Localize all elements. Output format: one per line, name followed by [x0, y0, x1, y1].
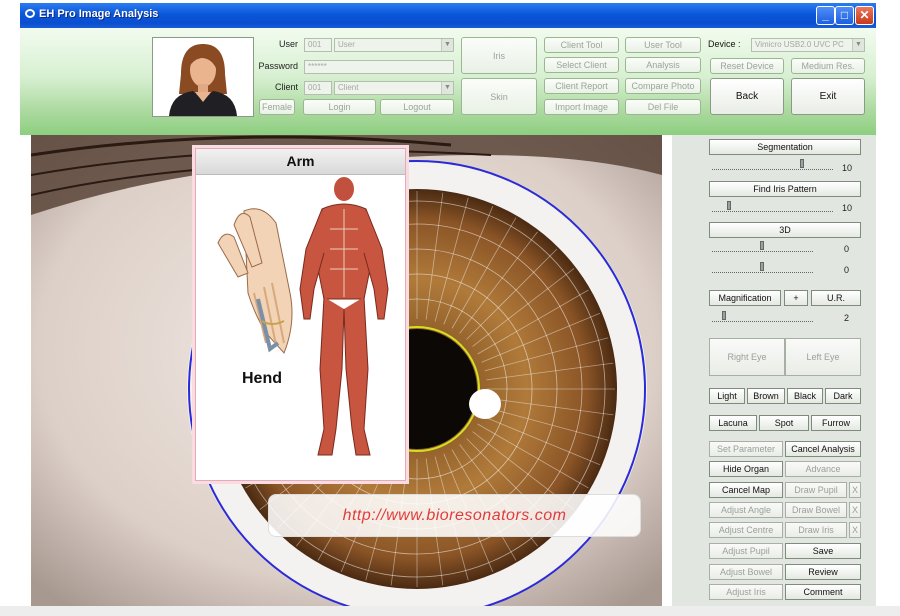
user-tool-button[interactable]: User Tool	[625, 37, 701, 53]
draw-bowel-clear-button[interactable]: X	[849, 502, 861, 518]
lacuna-button[interactable]: Lacuna	[709, 415, 757, 431]
organ-diagram: Arm Hend	[195, 148, 406, 481]
magnification-button[interactable]: Magnification	[709, 290, 781, 306]
segmentation-slider[interactable]	[712, 159, 833, 170]
review-button[interactable]: Review	[785, 564, 861, 580]
iris-button[interactable]: Iris	[461, 37, 537, 74]
eye-icon	[25, 9, 35, 18]
draw-iris-clear-button[interactable]: X	[849, 522, 861, 538]
draw-pupil-button[interactable]: Draw Pupil	[785, 482, 847, 498]
magnification-slider[interactable]	[712, 311, 813, 322]
draw-iris-button[interactable]: Draw Iris	[785, 522, 847, 538]
skin-button[interactable]: Skin	[461, 78, 537, 115]
hide-organ-button[interactable]: Hide Organ	[709, 461, 783, 477]
draw-pupil-clear-button[interactable]: X	[849, 482, 861, 498]
cancel-map-button[interactable]: Cancel Map	[709, 482, 783, 498]
diagram-title: Arm	[196, 149, 405, 175]
chevron-down-icon: ▼	[852, 39, 864, 51]
minimize-button[interactable]: _	[816, 6, 835, 25]
segmentation-value: 10	[842, 163, 853, 173]
analysis-panel: Segmentation 10 Find Iris Pattern 10 3D …	[672, 135, 876, 609]
back-button[interactable]: Back	[710, 78, 784, 115]
watermark-url: http://www.bioresonators.com	[268, 494, 641, 537]
chevron-down-icon: ▼	[441, 82, 453, 94]
client-label: Client	[274, 82, 298, 92]
user-select-value: User	[338, 40, 355, 49]
magnify-plus-button[interactable]: +	[784, 290, 808, 306]
spot-button[interactable]: Spot	[759, 415, 809, 431]
brown-button[interactable]: Brown	[747, 388, 785, 404]
3d-slider-2[interactable]	[712, 262, 813, 273]
slider-thumb[interactable]	[727, 201, 731, 210]
black-button[interactable]: Black	[787, 388, 823, 404]
cancel-analysis-button[interactable]: Cancel Analysis	[785, 441, 861, 457]
client-avatar	[152, 37, 254, 117]
3d-slider-1[interactable]	[712, 241, 813, 252]
adjust-bowel-button[interactable]: Adjust Bowel	[709, 564, 783, 580]
set-parameter-button[interactable]: Set Parameter	[709, 441, 783, 457]
logout-button[interactable]: Logout	[380, 99, 454, 115]
import-image-button[interactable]: Import Image	[544, 99, 619, 115]
find-iris-pattern-button[interactable]: Find Iris Pattern	[709, 181, 861, 197]
device-select-value: Vimicro USB2.0 UVC PC	[755, 40, 844, 49]
adjust-angle-button[interactable]: Adjust Angle	[709, 502, 783, 518]
compare-photo-button[interactable]: Compare Photo	[625, 78, 701, 94]
client-tool-button[interactable]: Client Tool	[544, 37, 619, 53]
slider-thumb[interactable]	[760, 241, 764, 250]
close-button[interactable]: ✕	[855, 6, 874, 25]
draw-bowel-button[interactable]: Draw Bowel	[785, 502, 847, 518]
3d-value-1: 0	[844, 244, 850, 254]
gender-field: Female	[259, 99, 295, 115]
client-select[interactable]: Client ▼	[334, 81, 454, 95]
bottom-strip	[0, 606, 900, 616]
user-label: User	[278, 39, 298, 49]
find-iris-slider[interactable]	[712, 201, 833, 212]
light-button[interactable]: Light	[709, 388, 745, 404]
select-client-button[interactable]: Select Client	[544, 57, 619, 73]
del-file-button[interactable]: Del File	[625, 99, 701, 115]
slider-thumb[interactable]	[800, 159, 804, 168]
iris-image-view[interactable]: Arm Hend http://www.bioresonators.com	[31, 135, 662, 609]
anatomy-illustration	[217, 177, 389, 456]
window-title: EH Pro Image Analysis	[39, 8, 159, 20]
furrow-button[interactable]: Furrow	[811, 415, 861, 431]
right-eye-button[interactable]: Right Eye	[709, 338, 785, 376]
magnification-value: 2	[844, 313, 850, 323]
password-label: Password	[258, 61, 298, 71]
app-window: EH Pro Image Analysis _ □ ✕ User 001 Use…	[20, 3, 876, 609]
slider-thumb[interactable]	[722, 311, 726, 320]
slider-thumb[interactable]	[760, 262, 764, 271]
title-bar[interactable]: EH Pro Image Analysis _ □ ✕	[20, 3, 876, 28]
client-report-button[interactable]: Client Report	[544, 78, 619, 94]
reset-device-button[interactable]: Reset Device	[710, 58, 784, 74]
toolbar-header: User 001 User ▼ Password ****** Client 00…	[20, 28, 876, 135]
user-code-field[interactable]: 001	[304, 38, 332, 52]
chevron-down-icon: ▼	[441, 39, 453, 51]
user-select[interactable]: User ▼	[334, 38, 454, 52]
comment-button[interactable]: Comment	[785, 584, 861, 600]
adjust-centre-button[interactable]: Adjust Centre	[709, 522, 783, 538]
ur-button[interactable]: U.R.	[811, 290, 861, 306]
save-button[interactable]: Save	[785, 543, 861, 559]
advance-button[interactable]: Advance	[785, 461, 861, 477]
adjust-iris-button[interactable]: Adjust Iris	[709, 584, 783, 600]
adjust-pupil-button[interactable]: Adjust Pupil	[709, 543, 783, 559]
password-field[interactable]: ******	[304, 60, 454, 74]
segmentation-button[interactable]: Segmentation	[709, 139, 861, 155]
device-label: Device :	[708, 39, 741, 49]
left-eye-button[interactable]: Left Eye	[785, 338, 861, 376]
device-select[interactable]: Vimicro USB2.0 UVC PC ▼	[751, 38, 865, 52]
dark-button[interactable]: Dark	[825, 388, 861, 404]
resolution-button[interactable]: Medium Res.	[791, 58, 865, 74]
client-code-field[interactable]: 001	[304, 81, 332, 95]
maximize-button[interactable]: □	[835, 6, 854, 25]
find-iris-value: 10	[842, 203, 853, 213]
3d-button[interactable]: 3D	[709, 222, 861, 238]
hand-label: Hend	[242, 370, 282, 387]
client-select-value: Client	[338, 83, 359, 92]
3d-value-2: 0	[844, 265, 850, 275]
login-button[interactable]: Login	[303, 99, 376, 115]
analysis-button[interactable]: Analysis	[625, 57, 701, 73]
exit-button[interactable]: Exit	[791, 78, 865, 115]
